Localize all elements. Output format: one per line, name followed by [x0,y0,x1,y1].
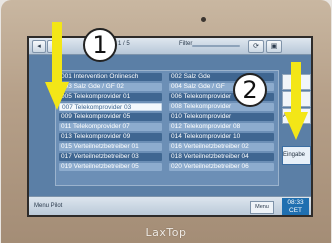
status-bar: Menu Pilot Menu 08:33 CET [29,196,311,215]
list-item[interactable]: 001 Intervention Onlinesch [59,73,162,81]
list-item[interactable]: 011 Telekomprovider 07 [59,123,162,131]
arrow-down-icon [284,62,308,140]
clock-time: 08:33 [287,199,304,206]
list-item[interactable]: 020 Verteilnetzbetreiber 06 [169,163,274,171]
list-item[interactable]: 005 Telekomprovider 01 [59,93,162,101]
touch-screen: ◂ 1 / 5 Filter ⟳ ▣ 001 Intervention Onli… [27,36,313,217]
list-item[interactable]: 018 Verteilnetzbetreiber 04 [169,153,274,161]
list-item[interactable]: 010 Telekomprovider [169,113,274,121]
list-item[interactable]: 009 Telekomprovider 05 [59,113,162,121]
list-item[interactable]: 013 Telekomprovider 09 [59,133,162,141]
list-item[interactable]: 003 Salz Gde / GF 02 [59,83,162,91]
list-item[interactable]: 007 Telekomprovider 03 [59,103,162,111]
brand-logo: LaxTop [145,226,187,239]
filter-label: Filter [179,41,193,47]
list-item[interactable]: 016 Verteilnetzbetreiber 02 [169,143,274,151]
callout-badge-2: 2 [233,73,267,107]
filter-slider[interactable] [192,45,240,47]
clock-badge[interactable]: 08:33 CET [282,198,309,215]
input-button[interactable]: Eingabe [282,146,311,165]
camera-dot [201,17,206,22]
list-item[interactable]: 012 Telekomprovider 08 [169,123,274,131]
top-toolbar: ◂ 1 / 5 Filter ⟳ ▣ [29,38,311,55]
back-button[interactable]: ◂ [32,40,46,53]
status-text: Menu Pilot [34,203,63,209]
clock-date: CET [289,207,302,214]
arrow-down-icon [45,22,69,110]
page-indicator: 1 / 5 [118,41,130,47]
menu-button[interactable]: Menu [250,201,274,214]
save-button[interactable]: ▣ [266,40,282,53]
callout-badge-1: 1 [83,28,117,62]
reload-button[interactable]: ⟳ [248,40,264,53]
list-item[interactable]: 014 Telekomprovider 10 [169,133,274,141]
list-item[interactable]: 017 Verteilnetzbetreiber 03 [59,153,162,161]
list-item[interactable]: 019 Verteilnetzbetreiber 05 [59,163,162,171]
list-item[interactable]: 015 Verteilnetzbetreiber 01 [59,143,162,151]
